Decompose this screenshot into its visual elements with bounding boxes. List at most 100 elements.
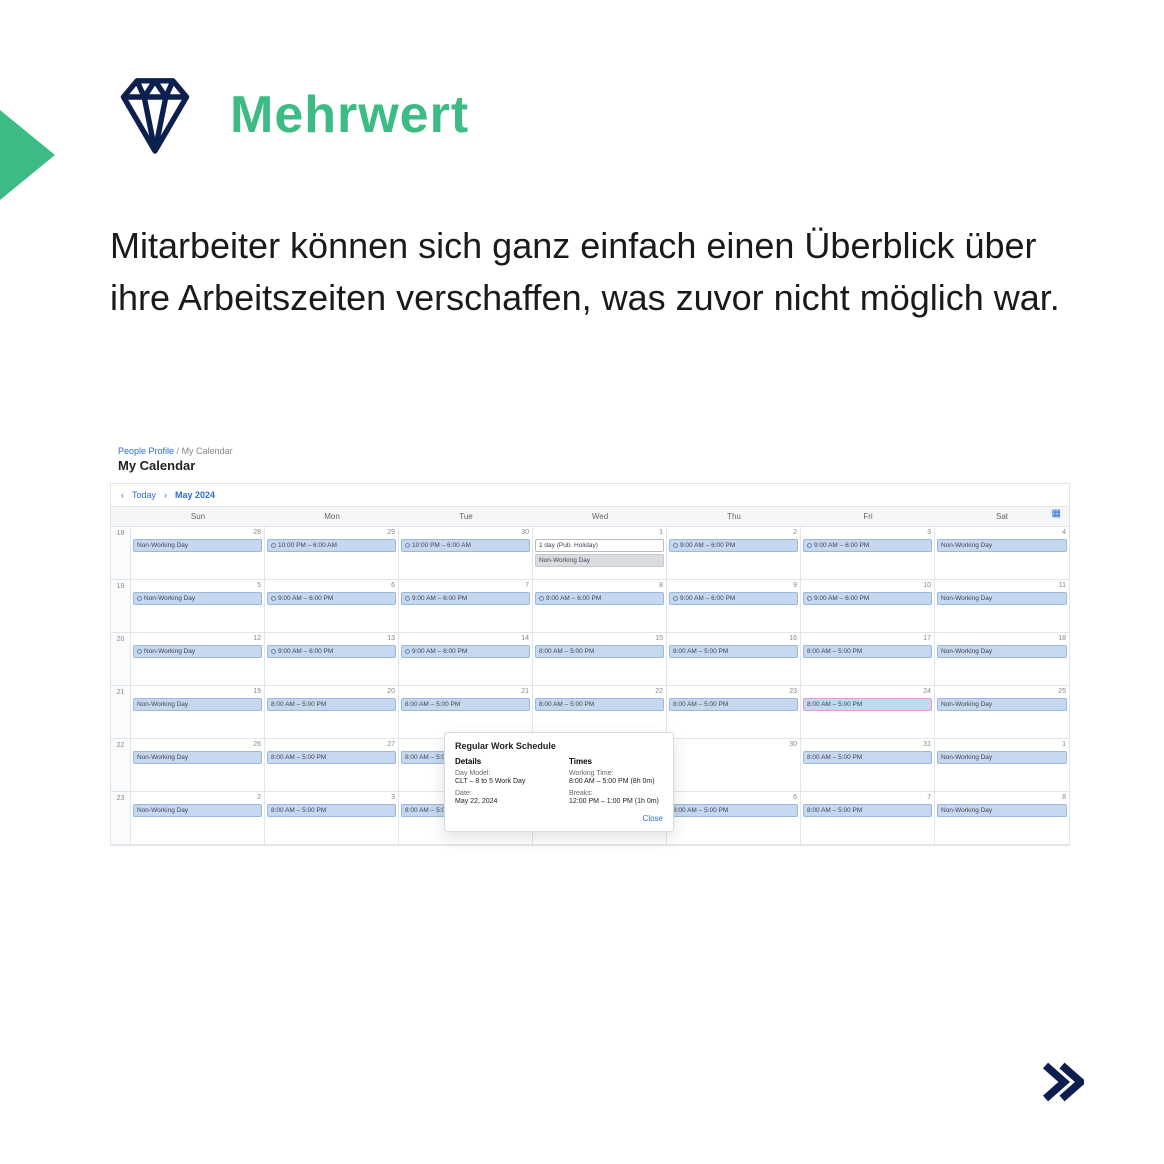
day-number: 7 [525,582,529,589]
calendar-day[interactable]: 2 9:00 AM – 6:00 PM [667,527,801,579]
calendar-day[interactable]: 3010:00 PM – 6:00 AM [399,527,533,579]
calendar-day[interactable]: 39:00 AM – 6:00 PM [801,527,935,579]
schedule-pill[interactable]: 8:00 AM – 5:00 PM [267,804,396,817]
calendar-day[interactable]: 12Non-Working Day [131,633,265,685]
schedule-pill[interactable]: 8:00 AM – 5:00 PM [535,698,664,711]
schedule-pill[interactable]: Non-Working Day [133,645,262,658]
day-number: 23 [789,688,797,695]
schedule-pill[interactable]: 9:00 AM – 6:00 PM [267,645,396,658]
schedule-pill[interactable]: 9:00 AM – 6:00 PM [669,592,798,605]
schedule-pill[interactable]: 8:00 AM – 5:00 PM [401,698,530,711]
schedule-pill[interactable]: 8:00 AM – 5:00 PM [267,751,396,764]
day-number: 8 [659,582,663,589]
calendar-day[interactable]: 218:00 AM – 5:00 PM [399,686,533,738]
calendar-day[interactable]: 168:00 AM – 5:00 PM [667,633,801,685]
calendar-day[interactable]: 8 9:00 AM – 6:00 PM [533,580,667,632]
schedule-pill[interactable]: Non-Working Day [937,804,1067,817]
calendar-day[interactable]: 1Non-Working Day [935,739,1069,791]
calendar-day[interactable]: 8Non-Working Day [935,792,1069,844]
day-number: 14 [521,635,529,642]
schedule-pill[interactable]: 10:00 PM – 6:00 AM [401,539,530,552]
day-number: 2 [793,529,797,536]
schedule-pill[interactable]: Non-Working Day [133,804,262,817]
calendar-day[interactable]: 139:00 AM – 6:00 PM [265,633,399,685]
calendar-day[interactable]: 14 9:00 AM – 6:00 PM [399,633,533,685]
calendar-day[interactable]: 11Non-Working Day [935,580,1069,632]
calendar-day[interactable]: 7 9:00 AM – 6:00 PM [399,580,533,632]
calendar-day[interactable]: 3 8:00 AM – 5:00 PM [265,792,399,844]
week-number: 23 [111,792,131,844]
day-number: 18 [1058,635,1066,642]
calendar-day[interactable]: 22 8:00 AM – 5:00 PM [533,686,667,738]
schedule-pill[interactable]: 8:00 AM – 5:00 PM [803,698,932,711]
schedule-pill[interactable]: 9:00 AM – 6:00 PM [401,592,530,605]
day-number: 6 [391,582,395,589]
calendar-day[interactable]: 278:00 AM – 5:00 PM [265,739,399,791]
calendar-day[interactable]: 248:00 AM – 5:00 PM [801,686,935,738]
schedule-pill[interactable]: 8:00 AM – 5:00 PM [669,645,798,658]
day-number: 3 [391,794,395,801]
schedule-pill[interactable]: Non-Working Day [937,645,1067,658]
calendar-day[interactable]: 26Non-Working Day [131,739,265,791]
schedule-pill[interactable]: 10:00 PM – 6:00 AM [267,539,396,552]
month-label[interactable]: May 2024 [175,490,215,500]
schedule-pill[interactable]: Non-Working Day [535,554,664,567]
schedule-pill[interactable]: 1 day (Pub. Holiday) [535,539,664,552]
calendar-day[interactable]: 23 8:00 AM – 5:00 PM [667,686,801,738]
schedule-pill[interactable]: 9:00 AM – 6:00 PM [803,539,932,552]
schedule-pill[interactable]: Non-Working Day [133,539,262,552]
calendar-day[interactable]: 78:00 AM – 5:00 PM [801,792,935,844]
day-number: 1 [659,529,663,536]
schedule-pill[interactable]: Non-Working Day [937,539,1067,552]
calendar-day[interactable]: 18 Non-Working Day [935,633,1069,685]
calendar-day[interactable]: 25Non-Working Day [935,686,1069,738]
next-slide-icon[interactable] [1040,1060,1084,1104]
calendar-container: ▦ ‹ Today › May 2024 Sun Mon Tue Wed Thu… [110,483,1070,846]
calendar-day[interactable]: 68:00 AM – 5:00 PM [667,792,801,844]
calendar-day[interactable]: 2910:00 PM – 6:00 AM [265,527,399,579]
calendar-day[interactable]: 158:00 AM – 5:00 PM [533,633,667,685]
close-button[interactable]: Close [455,814,663,823]
calendar-day[interactable]: 2Non-Working Day [131,792,265,844]
schedule-pill[interactable]: Non-Working Day [937,592,1067,605]
prev-button[interactable]: ‹ [121,490,124,500]
schedule-pill[interactable]: 8:00 AM – 5:00 PM [803,804,932,817]
schedule-pill[interactable]: 8:00 AM – 5:00 PM [803,645,932,658]
schedule-pill[interactable]: 9:00 AM – 6:00 PM [267,592,396,605]
schedule-pill[interactable]: 9:00 AM – 6:00 PM [535,592,664,605]
clock-icon [137,596,142,601]
schedule-pill[interactable]: 8:00 AM – 5:00 PM [669,698,798,711]
calendar-day[interactable]: 208:00 AM – 5:00 PM [265,686,399,738]
schedule-pill[interactable]: 8:00 AM – 5:00 PM [267,698,396,711]
schedule-pill[interactable]: 9:00 AM – 6:00 PM [669,539,798,552]
schedule-pill[interactable]: 8:00 AM – 5:00 PM [669,804,798,817]
today-button[interactable]: Today [132,490,156,500]
view-icon[interactable]: ▦ [1052,508,1061,519]
calendar-day[interactable]: 318:00 AM – 5:00 PM [801,739,935,791]
popover-title: Regular Work Schedule [455,741,663,751]
breadcrumb-link[interactable]: People Profile [118,446,174,456]
calendar-day[interactable]: 99:00 AM – 6:00 PM [667,580,801,632]
schedule-pill[interactable]: Non-Working Day [937,751,1067,764]
calendar-day[interactable]: 1 1 day (Pub. Holiday) Non-Working Day [533,527,667,579]
calendar-day[interactable]: 5Non-Working Day [131,580,265,632]
calendar-day[interactable]: 28Non-Working Day [131,527,265,579]
calendar-day[interactable]: 19Non-Working Day [131,686,265,738]
next-button[interactable]: › [164,490,167,500]
schedule-pill[interactable]: Non-Working Day [937,698,1067,711]
schedule-pill[interactable]: 9:00 AM – 6:00 PM [401,645,530,658]
calendar-day[interactable]: 6 9:00 AM – 6:00 PM [265,580,399,632]
schedule-pill[interactable]: Non-Working Day [133,751,262,764]
day-number: 22 [655,688,663,695]
schedule-pill[interactable]: 8:00 AM – 5:00 PM [803,751,932,764]
calendar-day[interactable]: 4Non-Working Day [935,527,1069,579]
schedule-pill[interactable]: 8:00 AM – 5:00 PM [535,645,664,658]
calendar-day[interactable]: 109:00 AM – 6:00 PM [801,580,935,632]
schedule-pill[interactable]: Non-Working Day [133,592,262,605]
calendar-day[interactable]: 30 [667,739,801,791]
day-header: Fri [801,507,935,526]
schedule-pill[interactable]: 9:00 AM – 6:00 PM [803,592,932,605]
schedule-pill[interactable]: Non-Working Day [133,698,262,711]
accent-arrow [0,110,55,200]
calendar-day[interactable]: 178:00 AM – 5:00 PM [801,633,935,685]
